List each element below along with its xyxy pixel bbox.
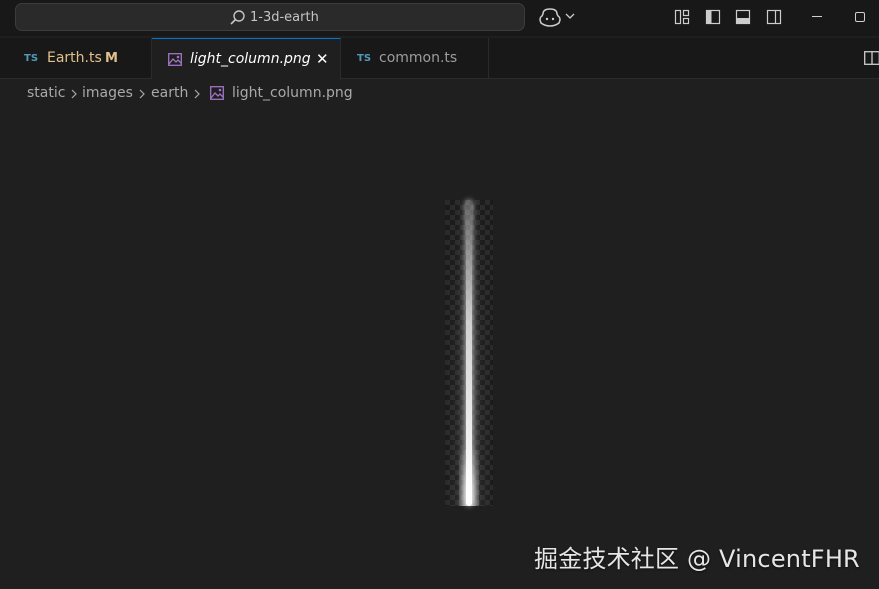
light-column-base xyxy=(459,450,479,506)
chevron-right-icon xyxy=(71,89,77,99)
breadcrumb-item[interactable]: earth xyxy=(151,85,188,101)
command-center-text: 1-3d-earth xyxy=(250,10,319,25)
watermark: 掘金技术社区 @ VincentFHR xyxy=(534,545,860,573)
breadcrumb-item[interactable]: static xyxy=(27,85,65,101)
breadcrumb-item[interactable]: images xyxy=(82,85,133,101)
image-file-icon xyxy=(168,53,182,66)
tab-label: common.ts xyxy=(379,50,458,66)
editor-tab-bar: TS Earth.ts M light_column.png ✕ TS comm… xyxy=(0,38,879,80)
modified-badge: M xyxy=(105,51,118,66)
customize-layout-icon[interactable] xyxy=(674,9,690,25)
copilot-icon[interactable] xyxy=(539,7,561,27)
tab-light-column-png[interactable]: light_column.png ✕ xyxy=(152,38,341,80)
tab-label: light_column.png xyxy=(190,51,311,67)
command-center[interactable]: 1-3d-earth xyxy=(15,3,525,31)
typescript-file-icon: TS xyxy=(24,53,39,64)
maximize-icon[interactable] xyxy=(855,12,865,22)
image-file-icon xyxy=(210,86,224,100)
chevron-right-icon xyxy=(194,89,200,99)
breadcrumb-item[interactable]: light_column.png xyxy=(232,85,353,101)
toggle-primary-sidebar-icon[interactable] xyxy=(705,9,721,25)
breadcrumb: static images earth light_column.png xyxy=(0,80,879,108)
toggle-panel-icon[interactable] xyxy=(735,9,751,25)
title-bar: 1-3d-earth xyxy=(0,0,879,36)
chevron-right-icon xyxy=(139,89,145,99)
image-editor: 掘金技术社区 @ VincentFHR xyxy=(0,108,879,589)
typescript-file-icon: TS xyxy=(357,53,372,64)
split-editor-icon[interactable] xyxy=(864,51,879,65)
close-icon[interactable]: ✕ xyxy=(316,39,329,80)
search-icon xyxy=(230,10,245,25)
chevron-down-icon[interactable] xyxy=(565,12,575,20)
minimize-icon[interactable] xyxy=(812,16,822,17)
tab-earth-ts[interactable]: TS Earth.ts M xyxy=(0,38,152,79)
tab-common-ts[interactable]: TS common.ts xyxy=(341,38,489,79)
image-preview xyxy=(445,200,493,506)
toggle-secondary-sidebar-icon[interactable] xyxy=(766,9,782,25)
tab-label: Earth.ts xyxy=(47,50,102,66)
